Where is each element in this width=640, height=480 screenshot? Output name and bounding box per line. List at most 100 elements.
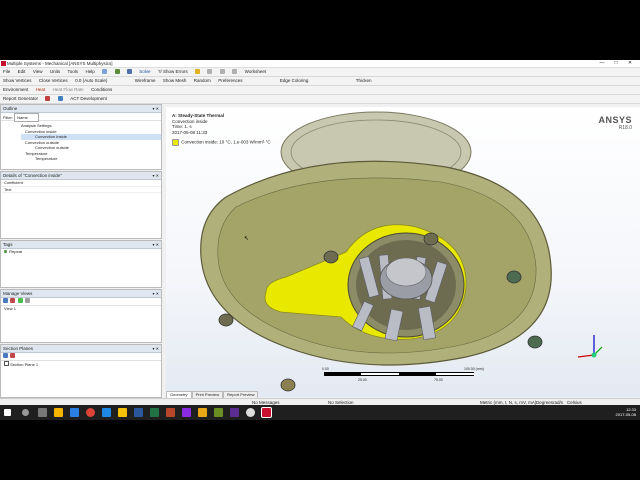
manage-views-header: Manage Views ▾ ✕ — [1, 290, 161, 298]
search-icon[interactable] — [22, 409, 29, 416]
tree-item-temperature-child[interactable]: Temperature — [21, 156, 161, 162]
views-toolbar — [1, 298, 161, 306]
toolbar-environment: Environment Heat Heat Flow Rate Conditio… — [0, 86, 640, 95]
rename-view-icon[interactable] — [25, 298, 31, 304]
views-pin-icon[interactable]: ▾ ✕ — [153, 290, 159, 297]
thicken-button[interactable]: Thicken — [356, 77, 372, 84]
section-plane-item[interactable]: Section Plane 1 — [1, 361, 161, 368]
report-generator-button[interactable]: Report Generator — [3, 95, 38, 102]
application-window: Multiple Systems - Mechanical [ANSYS Mul… — [0, 60, 640, 420]
menu-units[interactable]: Units — [50, 68, 60, 75]
section-checkbox[interactable] — [4, 361, 9, 366]
file-explorer-icon[interactable] — [54, 408, 63, 417]
section-planes-header: Section Planes ▾ ✕ — [1, 345, 161, 353]
heat-flow-button[interactable]: Heat Flow Rate — [53, 86, 84, 93]
system-clock[interactable]: 12:33 2017-05-08 — [616, 407, 636, 417]
view-item[interactable]: View 1 — [1, 306, 161, 312]
tags-item-repeat[interactable]: Repeat — [1, 249, 161, 255]
pan-icon[interactable] — [219, 69, 225, 75]
worksheet-button[interactable]: Worksheet — [245, 68, 266, 75]
window-title: Multiple Systems - Mechanical [ANSYS Mul… — [7, 61, 113, 66]
details-pin-icon[interactable]: ▾ ✕ — [153, 172, 159, 179]
minimize-button[interactable]: — — [596, 60, 608, 66]
word-icon[interactable] — [134, 408, 143, 417]
excel-icon[interactable] — [150, 408, 159, 417]
toolbar-graphics: Show Vertices Close Vertices 0.0 (Auto S… — [0, 77, 640, 86]
environment-label: Environment — [3, 87, 29, 92]
close-button[interactable]: ✕ — [624, 60, 636, 66]
app-icon — [1, 61, 6, 66]
scale-label-mid2: 75.00 — [434, 378, 443, 382]
show-mesh-button[interactable]: Show Mesh — [163, 77, 187, 84]
windows-start-icon[interactable] — [4, 409, 11, 416]
show-errors-button[interactable]: ?/ Show Errors — [158, 68, 188, 75]
save-icon[interactable] — [126, 69, 132, 75]
maximize-button[interactable]: □ — [610, 60, 622, 66]
axis-triad[interactable] — [568, 329, 608, 369]
outline-header: Outline ▾ ✕ — [1, 105, 161, 113]
edge-coloring-button[interactable]: Edge Coloring — [280, 77, 309, 84]
details-row-text[interactable]: Text — [1, 187, 161, 193]
outline-filter: Filter: Name — [1, 113, 161, 122]
menu-help[interactable]: Help — [85, 68, 94, 75]
toolbar-report: Report Generator ACT Development — [0, 95, 640, 104]
view-tabs: Geometry Print Preview Report Preview — [166, 391, 259, 399]
menu-edit[interactable]: Edit — [18, 68, 26, 75]
menu-tools[interactable]: Tools — [68, 68, 79, 75]
select-mode-icon[interactable] — [195, 69, 201, 75]
scale-select[interactable]: 0.0 (Auto Scale) — [75, 77, 107, 84]
title-bar: Multiple Systems - Mechanical [ANSYS Mul… — [0, 60, 640, 68]
onenote-icon[interactable] — [182, 408, 191, 417]
section-pin-icon[interactable]: ▾ ✕ — [153, 345, 159, 352]
scale-label-mid1: 25.00 — [358, 378, 367, 382]
tags-header: Tags ▾ ✕ — [1, 241, 161, 249]
pin-icon[interactable]: ▾ ✕ — [153, 105, 159, 112]
visual-studio-icon[interactable] — [230, 408, 239, 417]
act-development-button[interactable]: ACT Development — [70, 95, 107, 102]
section-planes-panel: Section Planes ▾ ✕ Section Plane 1 — [0, 344, 162, 398]
conditions-menu[interactable]: Conditions — [91, 86, 112, 93]
apply-view-icon[interactable] — [17, 298, 23, 304]
menu-view[interactable]: View — [33, 68, 43, 75]
menu-file[interactable]: File — [3, 68, 10, 75]
edge-icon[interactable] — [102, 408, 111, 417]
heat-menu[interactable]: Heat — [36, 86, 46, 93]
filter-select[interactable]: Name — [14, 113, 39, 122]
clock-date: 2017-05-08 — [615, 412, 636, 417]
notes-icon[interactable] — [214, 408, 223, 417]
scale-label-right: 100.00 (mm) — [464, 367, 484, 371]
create-view-icon[interactable] — [3, 298, 8, 304]
details-header: Details of "Convection inside" ▾ ✕ — [1, 172, 161, 180]
solve-button[interactable]: Solve — [139, 68, 150, 75]
manage-views-panel: Manage Views ▾ ✕ View 1 — [0, 289, 162, 343]
new-section-icon[interactable] — [3, 353, 8, 359]
skype-icon[interactable] — [70, 408, 79, 417]
media-icon[interactable] — [246, 408, 255, 417]
section-plane-label: Section Plane 1 — [10, 362, 39, 367]
tags-pin-icon[interactable]: ▾ ✕ — [153, 241, 159, 248]
graphics-viewport[interactable]: A: Steady-State Thermal Convection insid… — [166, 107, 640, 397]
wireframe-button[interactable]: Wireframe — [135, 77, 156, 84]
details-panel: Details of "Convection inside" ▾ ✕ Coeff… — [0, 171, 162, 239]
preferences-button[interactable]: Preferences — [218, 77, 242, 84]
random-colors-button[interactable]: Random — [194, 77, 211, 84]
task-view-icon[interactable] — [38, 408, 47, 417]
delete-view-icon[interactable] — [10, 298, 16, 304]
filter-label: Filter: — [3, 115, 13, 120]
ansys-workbench-icon[interactable] — [118, 408, 127, 417]
close-vertices-button[interactable]: Close Vertices — [39, 77, 68, 84]
open-icon[interactable] — [114, 69, 120, 75]
zoom-icon[interactable] — [232, 69, 238, 75]
show-vertices-button[interactable]: Show Vertices — [3, 77, 32, 84]
outline-tree: Analysis Settings Convection inside Conv… — [1, 121, 161, 162]
folder-icon[interactable] — [198, 408, 207, 417]
delete-section-icon[interactable] — [10, 353, 16, 359]
ansys-mechanical-icon[interactable] — [261, 407, 272, 418]
export-icon[interactable] — [57, 96, 63, 102]
new-icon[interactable] — [102, 69, 108, 75]
rotate-icon[interactable] — [207, 69, 213, 75]
powerpoint-icon[interactable] — [166, 408, 175, 417]
report-icon[interactable] — [45, 96, 51, 102]
chrome-icon[interactable] — [86, 408, 95, 417]
scale-label-left: 0.00 — [322, 367, 329, 371]
